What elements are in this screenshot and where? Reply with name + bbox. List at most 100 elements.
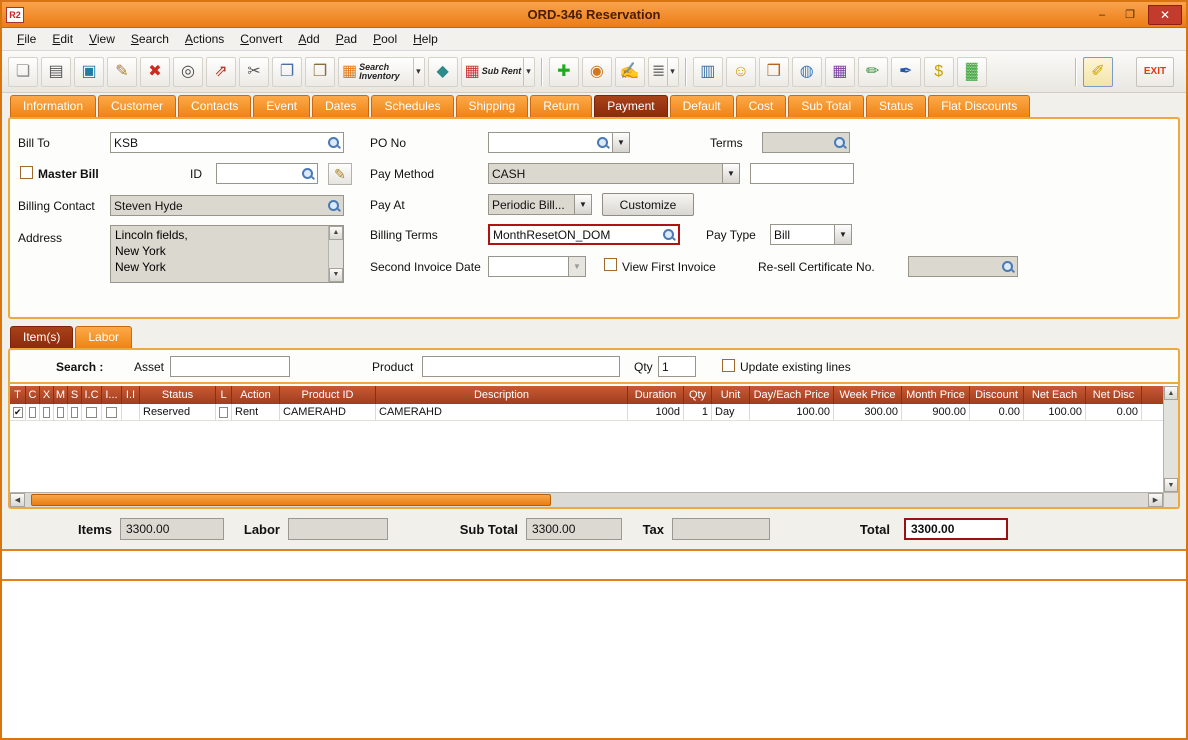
- bill-to-input[interactable]: [111, 136, 327, 150]
- column-header-qty[interactable]: Qty: [684, 386, 712, 404]
- row-checkbox-s[interactable]: [71, 407, 78, 418]
- row-checkbox-l[interactable]: [219, 407, 228, 418]
- column-header-month-price[interactable]: Month Price: [902, 386, 970, 404]
- color-cubes-button[interactable]: ▦: [825, 57, 855, 87]
- menu-edit[interactable]: Edit: [45, 30, 80, 48]
- cell-qty[interactable]: 1: [684, 404, 712, 420]
- item-tab-labor[interactable]: Labor: [75, 326, 132, 348]
- resell-certificate-input[interactable]: [909, 260, 1001, 274]
- find-binoculars-button[interactable]: ◎: [173, 57, 203, 87]
- menu-view[interactable]: View: [82, 30, 122, 48]
- magic-wand-button[interactable]: ✐: [1083, 57, 1113, 87]
- search-inventory-dropdown-icon[interactable]: ▾: [413, 58, 421, 86]
- menu-convert[interactable]: Convert: [233, 30, 289, 48]
- row-checkbox-i-c[interactable]: [86, 407, 97, 418]
- cut-button[interactable]: ✂: [239, 57, 269, 87]
- column-header-s[interactable]: S: [68, 386, 82, 404]
- billing-terms-input[interactable]: [490, 228, 662, 242]
- chart-bars-button[interactable]: ▓: [957, 57, 987, 87]
- transfer-document-button[interactable]: ⇗: [206, 57, 236, 87]
- scrollbar-track[interactable]: [25, 493, 1148, 507]
- tab-shipping[interactable]: Shipping: [456, 95, 529, 117]
- column-header-i-i[interactable]: I.I: [122, 386, 140, 404]
- column-header-c[interactable]: C: [26, 386, 40, 404]
- cell-discount[interactable]: 0.00: [970, 404, 1024, 420]
- pages-stack-dropdown-icon[interactable]: ▾: [667, 58, 675, 86]
- new-document-button[interactable]: ❏: [8, 57, 38, 87]
- cell-status[interactable]: Reserved: [140, 404, 216, 420]
- column-header-day-each-price[interactable]: Day/Each Price: [750, 386, 834, 404]
- tab-status[interactable]: Status: [866, 95, 926, 117]
- row-checkbox-t[interactable]: ✔: [13, 407, 23, 418]
- pay-method-extra-input[interactable]: [751, 167, 853, 181]
- tab-contacts[interactable]: Contacts: [178, 95, 251, 117]
- pay-method-combo[interactable]: ▼: [488, 163, 740, 184]
- menu-add[interactable]: Add: [291, 30, 326, 48]
- billing-contact-search-icon[interactable]: [327, 199, 341, 213]
- pages-stack-button[interactable]: ≣▾: [648, 57, 679, 87]
- pay-at-dropdown-icon[interactable]: ▼: [574, 195, 591, 214]
- scroll-left-icon[interactable]: ◀: [10, 493, 25, 507]
- view-first-invoice-checkbox[interactable]: [604, 258, 617, 271]
- column-header-product-id[interactable]: Product ID: [280, 386, 376, 404]
- menu-actions[interactable]: Actions: [178, 30, 231, 48]
- menu-search[interactable]: Search: [124, 30, 176, 48]
- sub-rent-dropdown-icon[interactable]: ▾: [523, 58, 531, 86]
- menu-pool[interactable]: Pool: [366, 30, 404, 48]
- asset-input[interactable]: [171, 360, 289, 374]
- address-scrollbar[interactable]: ▲ ▼: [328, 226, 343, 282]
- id-search-icon[interactable]: [301, 167, 315, 181]
- master-bill-checkbox[interactable]: [20, 166, 33, 179]
- paste-button[interactable]: ❒: [305, 57, 335, 87]
- cell-i-i[interactable]: [122, 404, 140, 420]
- column-header-status[interactable]: Status: [140, 386, 216, 404]
- tab-dates[interactable]: Dates: [312, 95, 369, 117]
- money-coins-button[interactable]: $: [924, 57, 954, 87]
- column-header-action[interactable]: Action: [232, 386, 280, 404]
- terms-input[interactable]: [763, 136, 833, 150]
- row-checkbox-c[interactable]: [29, 407, 36, 418]
- copy-button[interactable]: ❐: [272, 57, 302, 87]
- cell-net-disc[interactable]: 0.00: [1086, 404, 1142, 420]
- pay-type-combo[interactable]: ▼: [770, 224, 852, 245]
- smiley-button[interactable]: ☺: [726, 57, 756, 87]
- terms-search-icon[interactable]: [833, 136, 847, 150]
- column-header-m[interactable]: M: [54, 386, 68, 404]
- exit-button[interactable]: EXIT: [1136, 57, 1174, 87]
- print-button[interactable]: ▤: [41, 57, 71, 87]
- cell-week-price[interactable]: 300.00: [834, 404, 902, 420]
- tab-information[interactable]: Information: [10, 95, 96, 117]
- scroll-right-icon[interactable]: ▶: [1148, 493, 1163, 507]
- menu-file[interactable]: File: [10, 30, 43, 48]
- sub-rent-button[interactable]: ▦Sub Rent▾: [461, 57, 535, 87]
- shapes-3d-button[interactable]: ◆: [428, 57, 458, 87]
- billing-contact-input[interactable]: [111, 199, 327, 213]
- second-invoice-date-dropdown-icon[interactable]: ▼: [568, 257, 585, 276]
- po-no-search-icon[interactable]: [596, 136, 610, 150]
- po-no-input[interactable]: [489, 136, 596, 150]
- product-input[interactable]: [423, 360, 619, 374]
- column-header-l[interactable]: L: [216, 386, 232, 404]
- scroll-up-icon[interactable]: ▲: [329, 226, 343, 240]
- customize-button[interactable]: Customize: [602, 193, 694, 216]
- menu-help[interactable]: Help: [406, 30, 445, 48]
- id-edit-button[interactable]: ✎: [328, 163, 352, 185]
- tab-cost[interactable]: Cost: [736, 95, 787, 117]
- fax-printer-button[interactable]: ▥: [693, 57, 723, 87]
- key-export-button[interactable]: ✒: [891, 57, 921, 87]
- column-header-description[interactable]: Description: [376, 386, 628, 404]
- scroll-down-icon[interactable]: ▼: [1164, 478, 1178, 492]
- tab-payment[interactable]: Payment: [594, 95, 667, 117]
- qty-input[interactable]: [659, 360, 695, 374]
- column-header-i[interactable]: I...: [102, 386, 122, 404]
- address-box[interactable]: Lincoln fields, New York New York ▲ ▼: [110, 225, 344, 283]
- minimize-icon[interactable]: –: [1092, 7, 1112, 23]
- menu-pad[interactable]: Pad: [329, 30, 364, 48]
- tab-event[interactable]: Event: [253, 95, 310, 117]
- column-header-net-disc[interactable]: Net Disc: [1086, 386, 1142, 404]
- cell-net-each[interactable]: 100.00: [1024, 404, 1086, 420]
- tab-sub-total[interactable]: Sub Total: [788, 95, 864, 117]
- column-header-discount[interactable]: Discount: [970, 386, 1024, 404]
- row-checkbox-m[interactable]: [57, 407, 64, 418]
- column-header-x[interactable]: X: [40, 386, 54, 404]
